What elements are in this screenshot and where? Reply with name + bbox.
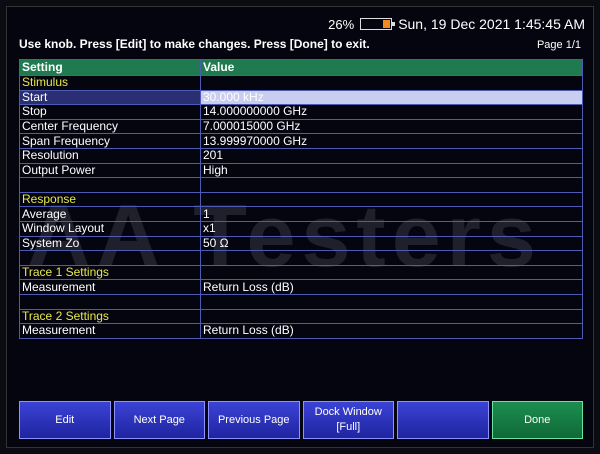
section-row: Stimulus bbox=[19, 75, 583, 91]
table-row[interactable]: Center Frequency 7.000015000 GHz bbox=[19, 118, 583, 135]
value-cell: 14.000000000 GHz bbox=[200, 104, 583, 120]
done-button[interactable]: Done bbox=[491, 401, 583, 439]
setting-cell: Trace 2 Settings bbox=[19, 308, 201, 325]
table-row[interactable]: Measurement Return Loss (dB) bbox=[19, 323, 583, 339]
battery-icon bbox=[360, 18, 396, 30]
setting-cell: Measurement bbox=[19, 279, 201, 295]
next-page-button-label: Next Page bbox=[133, 413, 185, 426]
setting-cell: Span Frequency bbox=[19, 133, 201, 149]
blank-row bbox=[19, 177, 583, 193]
blank-softkey[interactable] bbox=[397, 401, 489, 439]
table-row[interactable]: Resolution 201 bbox=[19, 147, 583, 164]
table-row[interactable]: Measurement Return Loss (dB) bbox=[19, 279, 583, 295]
blank-row bbox=[19, 293, 583, 310]
table-header: Setting Value bbox=[19, 59, 583, 76]
setting-cell bbox=[19, 177, 201, 193]
edit-button[interactable]: Edit bbox=[19, 401, 111, 439]
dock-window-button[interactable]: Dock Window [Full] bbox=[302, 401, 394, 439]
setting-cell: Start bbox=[19, 89, 201, 106]
table-row[interactable]: Window Layout x1 bbox=[19, 220, 583, 237]
value-cell: Return Loss (dB) bbox=[200, 279, 583, 295]
header-setting: Setting bbox=[19, 59, 201, 76]
previous-page-button-label: Previous Page bbox=[217, 413, 290, 426]
header-value: Value bbox=[200, 59, 583, 76]
value-cell: High bbox=[200, 162, 583, 179]
next-page-button[interactable]: Next Page bbox=[113, 401, 205, 439]
setting-cell: Center Frequency bbox=[19, 118, 201, 135]
setting-cell: Stimulus bbox=[19, 75, 201, 91]
table-row[interactable]: Stop 14.000000000 GHz bbox=[19, 104, 583, 120]
value-cell bbox=[200, 293, 583, 310]
setting-cell: Output Power bbox=[19, 162, 201, 179]
setting-cell: Stop bbox=[19, 104, 201, 120]
setting-cell: Trace 1 Settings bbox=[19, 264, 201, 281]
value-cell bbox=[200, 177, 583, 193]
blank-row bbox=[19, 250, 583, 266]
value-cell: 30.000 kHz bbox=[200, 89, 583, 106]
battery-percent: 26% bbox=[328, 16, 355, 32]
previous-page-button[interactable]: Previous Page bbox=[208, 401, 300, 439]
datetime: Sun, 19 Dec 2021 1:45:45 AM bbox=[398, 16, 585, 32]
value-cell: Return Loss (dB) bbox=[200, 323, 583, 339]
setting-cell: Average bbox=[19, 206, 201, 222]
value-cell bbox=[200, 191, 583, 208]
setting-cell bbox=[19, 250, 201, 266]
table-row[interactable]: Average 1 bbox=[19, 206, 583, 222]
section-row: Trace 1 Settings bbox=[19, 264, 583, 281]
dock-window-line2: [Full] bbox=[336, 421, 361, 433]
section-row: Response bbox=[19, 191, 583, 208]
value-cell bbox=[200, 250, 583, 266]
battery-tip bbox=[392, 22, 396, 26]
status-bar: 26% Sun, 19 Dec 2021 1:45:45 AM bbox=[328, 15, 585, 33]
setting-cell: Resolution bbox=[19, 147, 201, 164]
value-cell bbox=[200, 264, 583, 281]
table-row[interactable]: Start 30.000 kHz bbox=[19, 89, 583, 106]
setting-cell: Window Layout bbox=[19, 220, 201, 237]
table-row[interactable]: Output Power High bbox=[19, 162, 583, 179]
setting-cell bbox=[19, 293, 201, 310]
edit-button-label: Edit bbox=[55, 413, 75, 426]
value-cell: 13.999970000 GHz bbox=[200, 133, 583, 149]
done-button-label: Done bbox=[524, 413, 551, 426]
section-row: Trace 2 Settings bbox=[19, 308, 583, 325]
table-row[interactable]: System Zo 50 Ω bbox=[19, 235, 583, 252]
value-cell: 1 bbox=[200, 206, 583, 222]
page-indicator: Page 1/1 bbox=[536, 39, 581, 51]
value-cell bbox=[200, 308, 583, 325]
battery-fill bbox=[382, 20, 391, 28]
value-cell: x1 bbox=[200, 220, 583, 237]
dock-window-line1: Dock Window bbox=[314, 406, 382, 418]
settings-table: Setting Value Stimulus Start 30.000 kHz Sto… bbox=[19, 59, 583, 339]
setting-cell: Measurement bbox=[19, 323, 201, 339]
softkey-bar: Edit Next Page Previous Page Dock Window… bbox=[19, 401, 583, 439]
value-cell: 50 Ω bbox=[200, 235, 583, 252]
value-cell: 7.000015000 GHz bbox=[200, 118, 583, 135]
setting-cell: Response bbox=[19, 191, 201, 208]
table-row[interactable]: Span Frequency 13.999970000 GHz bbox=[19, 133, 583, 149]
instrument-screen: 26% Sun, 19 Dec 2021 1:45:45 AM Use knob… bbox=[6, 6, 594, 448]
dock-window-button-label: Dock Window [Full] bbox=[315, 405, 382, 435]
setting-cell: System Zo bbox=[19, 235, 201, 252]
value-cell bbox=[200, 75, 583, 91]
value-cell: 201 bbox=[200, 147, 583, 164]
instructions-text: Use knob. Press [Edit] to make changes. … bbox=[19, 37, 370, 51]
